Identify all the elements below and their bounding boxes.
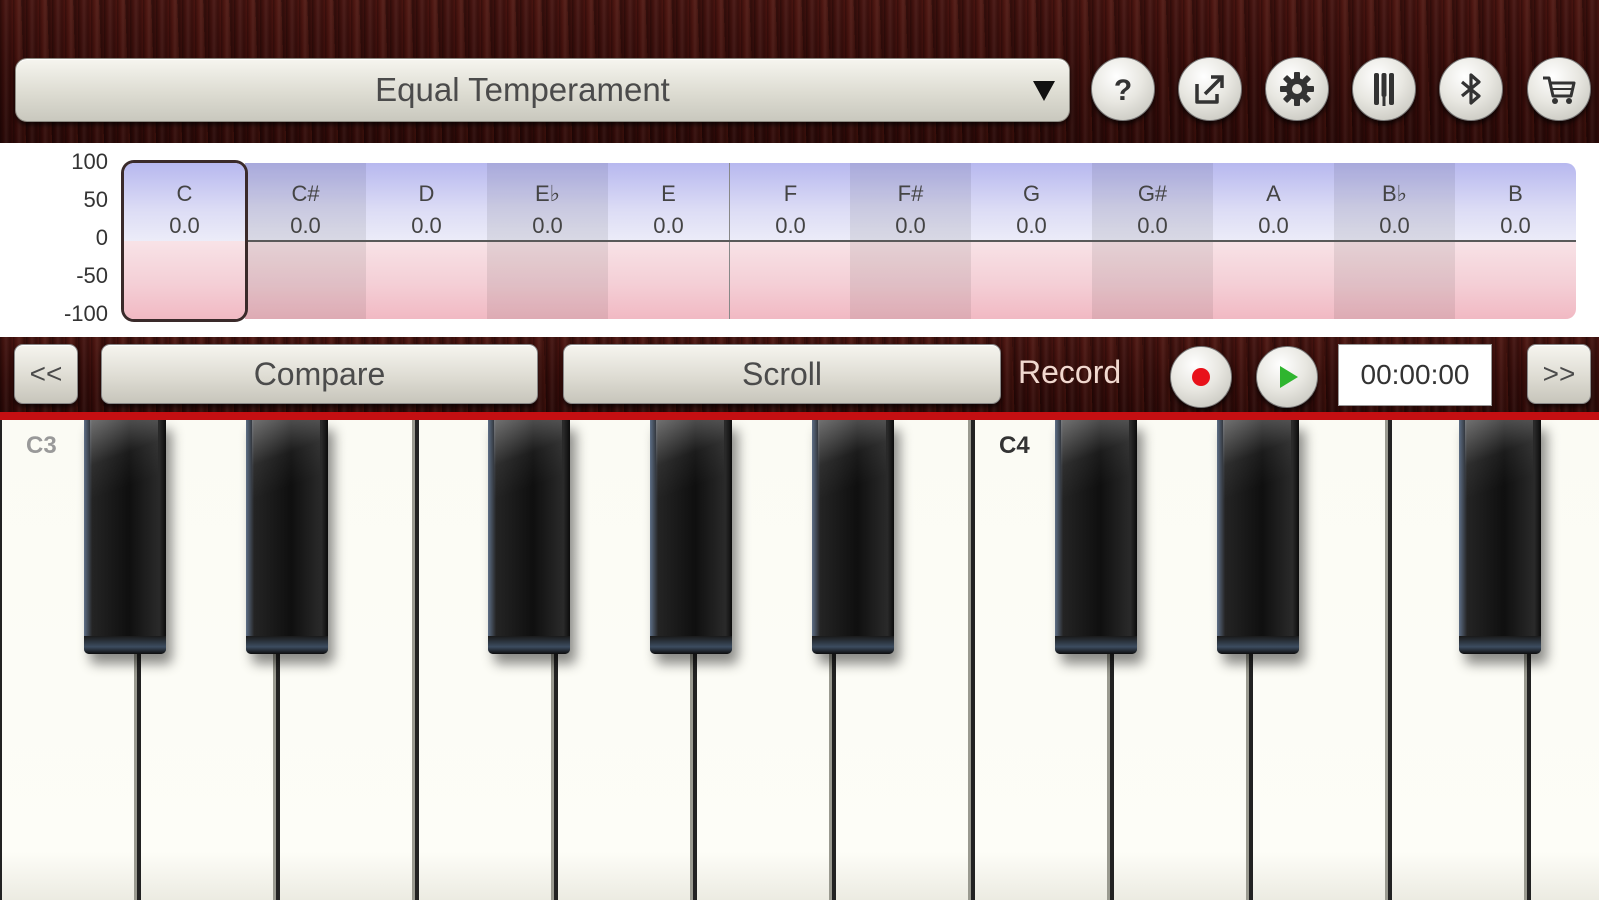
note-flat-half — [1334, 241, 1455, 319]
settings-button[interactable] — [1265, 57, 1329, 121]
gear-icon — [1280, 72, 1314, 106]
keyboard-top-rule — [0, 412, 1599, 420]
compare-button[interactable]: Compare — [101, 344, 538, 404]
note-flat-half — [971, 241, 1092, 319]
note-name: G# — [1137, 181, 1168, 206]
note-name: B — [1508, 181, 1523, 206]
note-cents: 0.0 — [1016, 213, 1047, 238]
next-octave-button[interactable]: >> — [1527, 344, 1591, 404]
note-name: D — [418, 181, 435, 206]
temperament-label: Equal Temperament — [375, 71, 670, 108]
note-name: F# — [897, 181, 924, 206]
note-cents: 0.0 — [1500, 213, 1531, 238]
svg-text:?: ? — [1114, 74, 1132, 107]
octave-label-c3: C3 — [26, 432, 57, 459]
note-name: F — [783, 181, 798, 206]
note-flat-half — [487, 241, 608, 319]
note-flat-half — [1455, 241, 1576, 319]
note-flat-half — [366, 241, 487, 319]
recording-time-display: 00:00:00 — [1338, 344, 1492, 406]
bluetooth-icon — [1460, 73, 1481, 105]
black-key-d-sharp-4[interactable] — [1217, 420, 1299, 654]
black-key-d-sharp-3[interactable] — [246, 420, 328, 654]
note-flat-half — [850, 241, 971, 319]
note-flat-half — [124, 241, 245, 319]
record-label: Record — [1018, 354, 1122, 390]
note-name: G — [1022, 181, 1041, 206]
note-name: E♭ — [534, 181, 561, 206]
y-tick-100: 100 — [71, 149, 108, 174]
note-cents: 0.0 — [290, 213, 321, 238]
note-name: A — [1266, 181, 1281, 206]
black-key-f-sharp-3[interactable] — [488, 420, 570, 654]
tuning-fork-button[interactable] — [1352, 57, 1416, 121]
bluetooth-button[interactable] — [1439, 57, 1503, 121]
share-button[interactable] — [1178, 57, 1242, 121]
cart-icon — [1543, 76, 1576, 104]
note-cents: 0.0 — [895, 213, 926, 238]
temperament-dropdown[interactable]: Equal Temperament — [15, 58, 1070, 122]
note-cents: 0.0 — [1379, 213, 1410, 238]
top-toolbar: Equal Temperament ? — [0, 0, 1599, 143]
tuning-chart: 100 50 0 -50 -100 C 0.0 C# 0.0 D 0.0 E♭ … — [0, 143, 1599, 337]
dropdown-arrow-icon — [1033, 81, 1055, 101]
note-cents: 0.0 — [653, 213, 684, 238]
note-flat-half — [730, 241, 851, 319]
previous-octave-button[interactable]: << — [14, 344, 78, 404]
note-cents: 0.0 — [169, 213, 200, 238]
y-tick-minus-50: -50 — [76, 263, 108, 288]
y-tick-minus-100: -100 — [63, 301, 108, 326]
black-key-c-sharp-3[interactable] — [84, 420, 166, 654]
black-key-g-sharp-3[interactable] — [650, 420, 732, 654]
record-icon — [1192, 368, 1210, 386]
black-key-f-sharp-4[interactable] — [1459, 420, 1541, 654]
note-cents: 0.0 — [411, 213, 442, 238]
piano-keyboard: C3 C4 — [0, 420, 1599, 900]
zero-cent-line — [124, 240, 1576, 242]
note-cents: 0.0 — [1137, 213, 1168, 238]
note-name: E — [661, 181, 676, 206]
note-flat-half — [1213, 241, 1334, 319]
tuning-fork-icon — [1374, 73, 1394, 106]
note-cents: 0.0 — [775, 213, 806, 238]
help-icon: ? — [1114, 74, 1132, 107]
black-key-c-sharp-4[interactable] — [1055, 420, 1137, 654]
scroll-button[interactable]: Scroll — [563, 344, 1001, 404]
record-button[interactable] — [1170, 346, 1232, 408]
note-name: C — [176, 181, 193, 206]
note-flat-half — [245, 241, 366, 319]
share-icon — [1195, 75, 1224, 104]
note-cents: 0.0 — [532, 213, 563, 238]
black-key-a-sharp-3[interactable] — [812, 420, 894, 654]
play-icon — [1280, 366, 1298, 388]
note-flat-half — [608, 241, 729, 319]
note-cents: 0.0 — [1258, 213, 1289, 238]
y-tick-50: 50 — [83, 187, 108, 212]
note-cell-c[interactable]: C 0.0 — [124, 163, 245, 319]
white-key-g4[interactable] — [1531, 420, 1599, 900]
note-name: B♭ — [1381, 181, 1408, 206]
help-button[interactable]: ? — [1091, 57, 1155, 121]
y-tick-0: 0 — [95, 225, 108, 250]
note-flat-half — [1092, 241, 1213, 319]
note-name: C# — [291, 181, 320, 206]
store-button[interactable] — [1527, 57, 1591, 121]
play-button[interactable] — [1256, 346, 1318, 408]
octave-label-c4: C4 — [999, 432, 1030, 459]
